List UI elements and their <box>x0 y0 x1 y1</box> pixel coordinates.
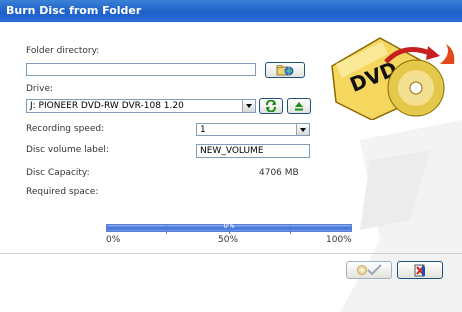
chevron-down-icon[interactable] <box>296 124 309 135</box>
recording-speed-label: Recording speed: <box>26 124 105 134</box>
progress-scale-end: 100% <box>326 235 352 245</box>
eject-drive-button[interactable] <box>287 98 311 114</box>
disc-volume-label: Disc volume label: <box>26 145 109 155</box>
dvd-logo-icon: DVD <box>331 37 455 120</box>
cancel-button[interactable] <box>397 261 443 279</box>
window-title: Burn Disc from Folder <box>0 0 462 22</box>
exit-icon <box>414 264 425 276</box>
recording-speed-value: 1 <box>200 125 206 135</box>
folder-globe-icon <box>276 65 294 76</box>
progress-tick <box>290 224 291 234</box>
eject-icon <box>295 102 303 111</box>
burn-check-icon <box>357 264 382 276</box>
disc-capacity-label: Disc Capacity: <box>26 168 90 178</box>
progress-tick <box>229 224 230 234</box>
background-shape <box>340 120 462 312</box>
refresh-drive-button[interactable] <box>259 98 283 114</box>
browse-folder-button[interactable] <box>265 62 305 78</box>
required-space-label: Required space: <box>26 187 99 197</box>
drive-select[interactable]: J: PIONEER DVD-RW DVR-108 1.20 <box>26 99 256 113</box>
drive-select-value: J: PIONEER DVD-RW DVR-108 1.20 <box>30 101 184 111</box>
progress-tick <box>166 224 167 234</box>
folder-directory-input[interactable] <box>26 63 256 76</box>
progress-scale-start: 0% <box>106 235 121 245</box>
divider <box>0 253 462 254</box>
chevron-down-icon[interactable] <box>242 100 255 112</box>
drive-label: Drive: <box>26 84 54 94</box>
disc-volume-input[interactable]: NEW_VOLUME <box>196 144 310 158</box>
recording-speed-select[interactable]: 1 <box>196 123 310 136</box>
burn-button[interactable] <box>346 261 392 279</box>
refresh-icon <box>266 100 276 112</box>
folder-directory-label: Folder directory: <box>26 46 100 56</box>
disc-capacity-value: 4706 MB <box>259 168 299 178</box>
burn-disc-window: Burn Disc from Folder DVD Folder directo… <box>0 0 462 312</box>
progress-scale-mid: 50% <box>218 235 239 245</box>
